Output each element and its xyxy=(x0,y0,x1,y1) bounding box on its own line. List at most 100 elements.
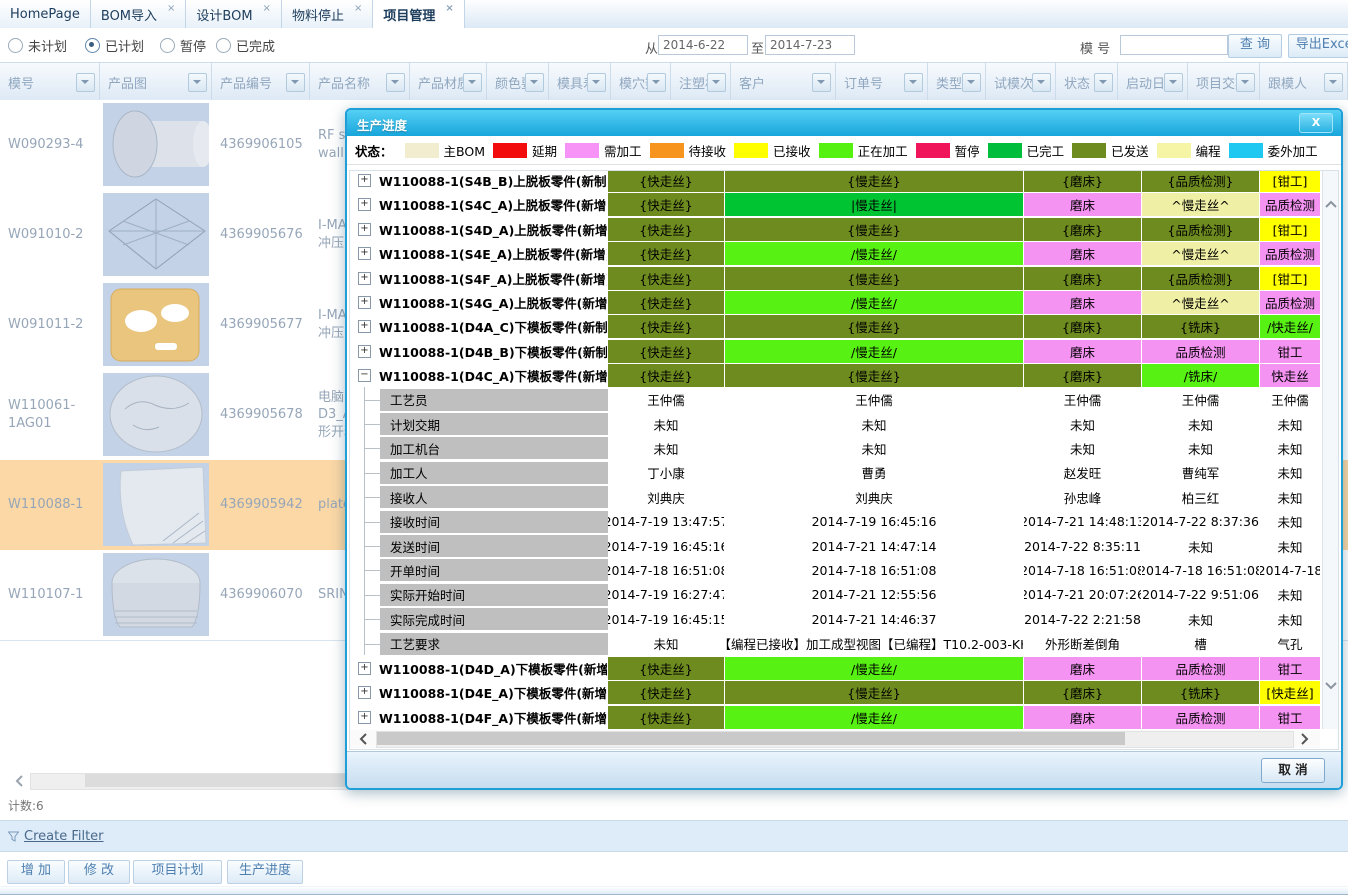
column-filter-dropdown-icon[interactable] xyxy=(386,73,405,92)
date-from-input[interactable] xyxy=(658,35,748,55)
tab-close-icon[interactable]: × xyxy=(263,3,271,14)
process-cell[interactable]: {快走丝} xyxy=(608,170,724,192)
process-cell[interactable]: /快走丝/ xyxy=(1260,315,1320,338)
process-cell[interactable]: /铣床/ xyxy=(1142,364,1259,387)
column-filter-dropdown-icon[interactable] xyxy=(1032,73,1051,92)
process-cell[interactable]: {磨床} xyxy=(1024,315,1141,338)
tree-row-label[interactable]: +W110088-1(D4B_B)下模板零件(新制) xyxy=(352,340,607,363)
process-cell[interactable]: 品质检测 xyxy=(1142,340,1259,363)
process-cell[interactable]: {铣床} xyxy=(1142,315,1259,338)
tree-row-label[interactable]: +W110088-1(S4G_A)上脱板零件(新增) xyxy=(352,291,607,314)
tab-BOM导入[interactable]: BOM导入× xyxy=(91,0,187,28)
expand-icon[interactable]: + xyxy=(358,296,371,309)
process-cell[interactable]: 品质检测 xyxy=(1260,291,1320,314)
add-button[interactable]: 增 加 xyxy=(7,860,65,884)
process-cell[interactable]: 磨床 xyxy=(1024,706,1141,729)
scroll-right-icon[interactable] xyxy=(1298,733,1310,745)
tab-close-icon[interactable]: × xyxy=(354,3,362,14)
column-filter-dropdown-icon[interactable] xyxy=(286,73,305,92)
modify-button[interactable]: 修 改 xyxy=(68,860,130,884)
expand-icon[interactable]: + xyxy=(358,272,371,285)
dialog-titlebar[interactable]: 生产进度 xyxy=(347,110,1341,136)
radio-暂停[interactable]: 暂停 xyxy=(160,36,206,55)
expand-icon[interactable]: + xyxy=(358,686,371,699)
column-header-类型[interactable]: 类型 xyxy=(928,63,986,101)
column-header-产品材质[interactable]: 产品材质 xyxy=(410,63,487,101)
process-cell[interactable]: {快走丝} xyxy=(608,218,724,241)
column-filter-dropdown-icon[interactable] xyxy=(707,73,726,92)
process-cell[interactable]: 品质检测 xyxy=(1260,242,1320,265)
column-header-状态[interactable]: 状态 xyxy=(1056,63,1118,101)
column-filter-dropdown-icon[interactable] xyxy=(463,73,482,92)
column-header-启动日期[interactable]: 启动日期 xyxy=(1118,63,1188,101)
column-header-模具寿命[interactable]: 模具寿命 xyxy=(549,63,611,101)
tree-row-label[interactable]: +W110088-1(S4F_A)上脱板零件(新增) xyxy=(352,267,607,290)
process-cell[interactable]: /慢走丝/ xyxy=(725,291,1023,314)
expand-icon[interactable]: + xyxy=(358,345,371,358)
process-cell[interactable]: {铣床} xyxy=(1142,681,1259,704)
expand-icon[interactable]: + xyxy=(358,320,371,333)
process-cell[interactable]: [快走丝] xyxy=(1260,681,1320,704)
process-cell[interactable]: ^慢走丝^ xyxy=(1142,193,1259,216)
scroll-up-icon[interactable] xyxy=(1325,199,1337,211)
column-header-模号[interactable]: 模号 xyxy=(0,63,100,101)
column-header-产品编号[interactable]: 产品编号 xyxy=(212,63,310,101)
expand-icon[interactable]: + xyxy=(358,223,371,236)
process-cell[interactable]: {快走丝} xyxy=(608,291,724,314)
column-header-试模次数[interactable]: 试模次数 xyxy=(986,63,1056,101)
process-cell[interactable]: {快走丝} xyxy=(608,364,724,387)
tree-row-label[interactable]: +W110088-1(S4E_A)上脱板零件(新增) xyxy=(352,242,607,265)
process-cell[interactable]: 磨床 xyxy=(1024,242,1141,265)
column-filter-dropdown-icon[interactable] xyxy=(812,73,831,92)
process-cell[interactable]: /慢走丝/ xyxy=(725,340,1023,363)
tree-row-label[interactable]: −W110088-1(D4C_A)下模板零件(新增) xyxy=(352,364,607,387)
process-cell[interactable]: {磨床} xyxy=(1024,681,1141,704)
process-cell[interactable]: {快走丝} xyxy=(608,340,724,363)
expand-icon[interactable]: + xyxy=(358,711,371,724)
process-cell[interactable]: 磨床 xyxy=(1024,657,1141,680)
process-cell[interactable]: {品质检测} xyxy=(1142,267,1259,290)
column-filter-dropdown-icon[interactable] xyxy=(647,73,666,92)
column-header-产品名称[interactable]: 产品名称 xyxy=(310,63,410,101)
search-button[interactable]: 查 询 xyxy=(1228,34,1282,58)
process-cell[interactable]: 品质检测 xyxy=(1142,706,1259,729)
export-excel-button[interactable]: 导出Excel xyxy=(1288,34,1348,58)
radio-circle-icon[interactable] xyxy=(8,38,23,53)
process-cell[interactable]: 钳工 xyxy=(1260,657,1320,680)
tree-row-label[interactable]: +W110088-1(D4E_A)下模板零件(新增) xyxy=(352,681,607,704)
process-cell[interactable]: /慢走丝/ xyxy=(725,657,1023,680)
process-cell[interactable]: {快走丝} xyxy=(608,315,724,338)
radio-未计划[interactable]: 未计划 xyxy=(8,36,67,55)
column-header-注塑机[interactable]: 注塑机 xyxy=(671,63,731,101)
process-cell[interactable]: {快走丝} xyxy=(608,267,724,290)
process-cell[interactable]: {快走丝} xyxy=(608,657,724,680)
production-progress-button[interactable]: 生产进度 xyxy=(227,860,303,884)
process-cell[interactable]: {快走丝} xyxy=(608,681,724,704)
column-filter-dropdown-icon[interactable] xyxy=(1236,73,1255,92)
scroll-thumb[interactable] xyxy=(377,732,1125,745)
column-filter-dropdown-icon[interactable] xyxy=(587,73,606,92)
process-cell[interactable]: {慢走丝} xyxy=(725,218,1023,241)
process-cell[interactable]: {快走丝} xyxy=(608,242,724,265)
create-filter-link[interactable]: Create Filter xyxy=(8,829,104,844)
column-filter-dropdown-icon[interactable] xyxy=(1094,73,1113,92)
process-cell[interactable]: [钳工] xyxy=(1260,267,1320,290)
column-header-颜色要求[interactable]: 颜色要求 xyxy=(487,63,549,101)
process-cell[interactable]: 钳工 xyxy=(1260,706,1320,729)
column-filter-dropdown-icon[interactable] xyxy=(962,73,981,92)
process-cell[interactable]: [钳工] xyxy=(1260,218,1320,241)
process-cell[interactable]: [钳工] xyxy=(1260,170,1320,192)
process-cell[interactable]: 钳工 xyxy=(1260,340,1320,363)
tree-row-label[interactable]: +W110088-1(S4B_B)上脱板零件(新制) xyxy=(352,170,607,192)
process-cell[interactable]: {磨床} xyxy=(1024,218,1141,241)
process-cell[interactable]: {磨床} xyxy=(1024,170,1141,192)
tree-row-label[interactable]: +W110088-1(D4F_A)下模板零件(新增) xyxy=(352,706,607,729)
process-cell[interactable]: /慢走丝/ xyxy=(725,242,1023,265)
process-cell[interactable]: {品质检测} xyxy=(1142,170,1259,192)
column-filter-dropdown-icon[interactable] xyxy=(1164,73,1183,92)
process-cell[interactable]: {快走丝} xyxy=(608,706,724,729)
process-cell[interactable]: {慢走丝} xyxy=(725,170,1023,192)
scroll-left-icon[interactable] xyxy=(14,775,26,787)
radio-已计划[interactable]: 已计划 xyxy=(85,36,144,55)
cancel-button[interactable]: 取 消 xyxy=(1261,758,1325,783)
